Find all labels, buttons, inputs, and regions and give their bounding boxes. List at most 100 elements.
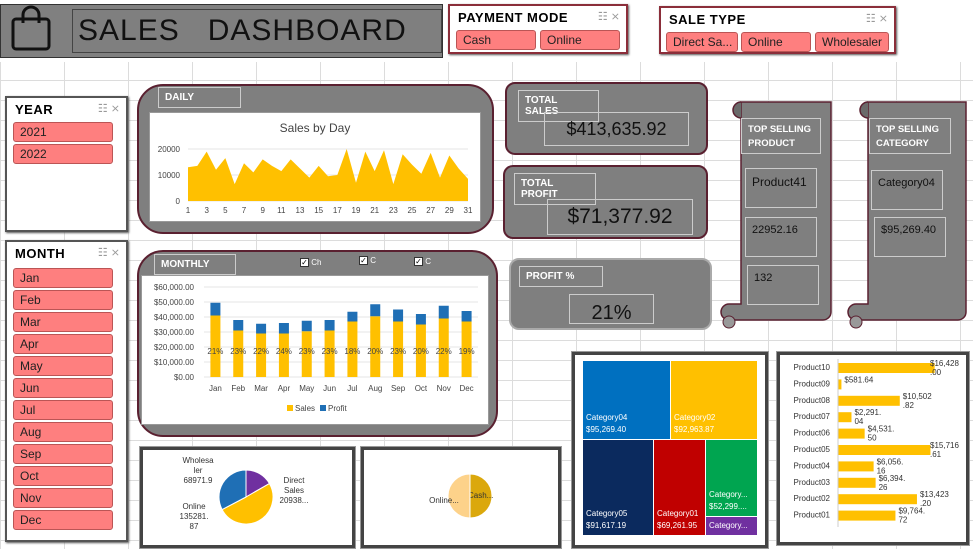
checkbox-icon: ✓ xyxy=(359,256,368,265)
filter-icons[interactable]: ☷ ⨯ xyxy=(598,10,620,23)
profit-pct-label: 23% xyxy=(230,347,246,356)
treemap-cell: Category04 $95,269.40 xyxy=(583,361,670,439)
pie-label: Direct xyxy=(284,476,306,485)
pie-label: 20938... xyxy=(280,496,309,505)
pie-label: ler xyxy=(194,466,203,475)
product-bar xyxy=(838,494,917,505)
profit-bar xyxy=(461,311,472,322)
profit-pct-label: 24% xyxy=(276,347,292,356)
filter-icons[interactable]: ☷ ⨯ xyxy=(98,102,120,115)
top-product-qty: 132 xyxy=(747,265,819,305)
profit-pct-label: PROFIT % xyxy=(519,266,603,287)
pie-label: 68971.9 xyxy=(184,476,213,485)
daily-chart: 010000200001 3 5 7 9 11 13 15 17 19 21 23 25 27 29 31 xyxy=(158,145,473,215)
y-tick-label: Product04 xyxy=(794,461,831,470)
top-product-name: Product41 xyxy=(745,168,817,208)
x-tick-label: May xyxy=(299,384,314,393)
y-tick-label: Product09 xyxy=(794,379,831,388)
profit-pct-label: 23% xyxy=(299,347,315,356)
slicer-item-wholesaler[interactable]: Wholesaler xyxy=(815,32,889,52)
x-tick-label: 9 xyxy=(260,206,265,215)
monthly-chart-card: $0.00 $10,000.00 $20,000.00 $30,000.00 $40,0… xyxy=(141,275,489,425)
profit-pct-label: 23% xyxy=(390,347,406,356)
slicer-item-month[interactable]: Feb xyxy=(13,290,113,310)
slicer-title: YEAR xyxy=(15,102,54,117)
x-tick-label: 15 xyxy=(314,206,323,215)
treemap-cell: Category05 $91,617.19 xyxy=(583,440,653,535)
slicer-item-cash[interactable]: Cash xyxy=(456,30,536,50)
filter-icons[interactable]: ☷ ⨯ xyxy=(98,246,120,259)
y-tick-label: $0.00 xyxy=(174,373,195,382)
top-category-label: TOP SELLING CATEGORY xyxy=(869,118,951,154)
treemap-cell-value: $69,261.95 xyxy=(657,521,698,530)
x-tick-label: 7 xyxy=(242,206,247,215)
profit-pct-label: 20% xyxy=(367,347,383,356)
sale-type-slicer: SALE TYPE ☷ ⨯ Direct Sa... Online Wholes… xyxy=(659,6,896,54)
slicer-item-month[interactable]: Aug xyxy=(13,422,113,442)
data-label: $4,531. xyxy=(868,425,895,434)
slicer-item-month[interactable]: Mar xyxy=(13,312,113,332)
slicer-item-month[interactable]: Apr xyxy=(13,334,113,354)
profit-pct-label: 19% xyxy=(459,347,475,356)
profit-bar xyxy=(256,323,267,334)
sale-type-pie: Wholesaler68971.9 DirectSales20938... Onli… xyxy=(180,456,309,531)
pie-label: 87 xyxy=(190,522,199,531)
treemap-cell-name: Category... xyxy=(709,490,748,499)
pie-label: Sales xyxy=(284,486,304,495)
product-chart: Product10 $16,428.00 Product09 $581.64 Produ… xyxy=(794,359,959,527)
slicer-item-month[interactable]: Oct xyxy=(13,466,113,486)
profit-bar xyxy=(301,320,312,332)
data-label: 26 xyxy=(879,483,888,492)
data-label: 50 xyxy=(868,434,877,443)
top-product-value: 22952.16 xyxy=(745,217,817,257)
profit-bar xyxy=(233,320,244,331)
y-tick-label: Product02 xyxy=(794,494,831,503)
treemap-cell-name: Category04 xyxy=(586,413,628,422)
data-label: .61 xyxy=(930,450,942,459)
slicer-item-online[interactable]: Online xyxy=(540,30,620,50)
y-tick-label: Product03 xyxy=(794,478,831,487)
monthly-check-3[interactable]: ✓ C xyxy=(414,257,431,266)
profit-bar xyxy=(438,305,449,319)
slicer-item-month[interactable]: Jul xyxy=(13,400,113,420)
y-tick-label: 20000 xyxy=(158,145,181,154)
payment-mode-slicer: PAYMENT MODE ☷ ⨯ Cash Online xyxy=(448,4,628,54)
slicer-item-2022[interactable]: 2022 xyxy=(13,144,113,164)
product-bar xyxy=(838,428,865,439)
x-tick-label: Jul xyxy=(347,384,357,393)
checkbox-icon: ✓ xyxy=(414,257,423,266)
x-tick-label: 11 xyxy=(277,206,286,215)
y-tick-label: $10,000.00 xyxy=(154,358,195,367)
slicer-item-month[interactable]: May xyxy=(13,356,113,376)
treemap-cell-value: $95,269.40 xyxy=(586,425,627,434)
data-label: 04 xyxy=(854,417,863,426)
x-tick-label: 17 xyxy=(333,206,342,215)
pie-label: 135281. xyxy=(180,512,209,521)
product-bar xyxy=(838,510,896,521)
treemap-cell-value: $52,299.... xyxy=(709,502,747,511)
slicer-item-month[interactable]: Dec xyxy=(13,510,113,530)
profit-bar xyxy=(278,323,289,334)
data-label: $6,394. xyxy=(879,474,906,483)
data-label: $2,291. xyxy=(854,408,881,417)
slicer-item-direct-sales[interactable]: Direct Sa... xyxy=(666,32,738,52)
slicer-item-month[interactable]: Sep xyxy=(13,444,113,464)
x-tick-label: 21 xyxy=(370,206,379,215)
monthly-check-2[interactable]: ✓ C xyxy=(359,256,376,265)
monthly-check-label: C xyxy=(425,257,432,266)
slicer-item-online[interactable]: Online xyxy=(741,32,811,52)
slicer-item-month[interactable]: Nov xyxy=(13,488,113,508)
monthly-check-label: C xyxy=(370,256,377,265)
x-tick-label: 5 xyxy=(223,206,228,215)
monthly-check-1[interactable]: ✓ Ch xyxy=(300,258,321,267)
product-bar xyxy=(838,395,900,406)
slicer-item-month[interactable]: Jun xyxy=(13,378,113,398)
y-tick-label: Product06 xyxy=(794,429,831,438)
month-slicer: MONTH ☷ ⨯ Jan Feb Mar Apr May Jun Jul Aug Sep Oct… xyxy=(5,240,128,542)
data-label: $10,502 xyxy=(903,392,932,401)
x-tick-label: Jan xyxy=(209,384,222,393)
slicer-item-2021[interactable]: 2021 xyxy=(13,122,113,142)
y-tick-label: $60,000.00 xyxy=(154,283,195,292)
slicer-item-month[interactable]: Jan xyxy=(13,268,113,288)
filter-icons[interactable]: ☷ ⨯ xyxy=(866,12,888,25)
